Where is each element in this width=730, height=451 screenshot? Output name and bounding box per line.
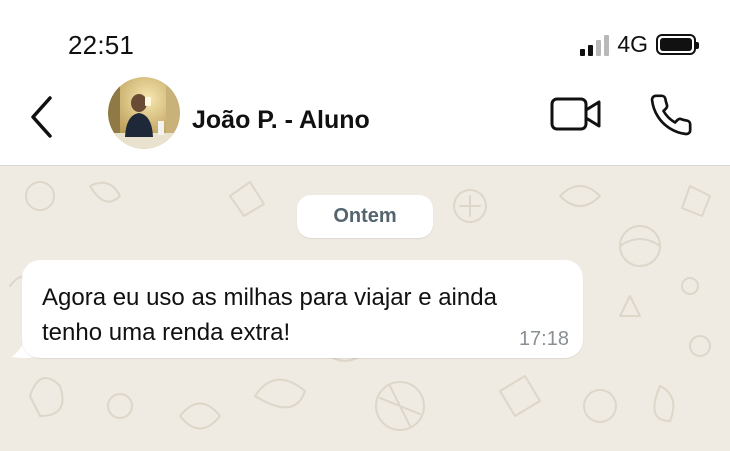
cellular-signal-icon — [580, 34, 610, 56]
network-type: 4G — [617, 31, 648, 57]
status-indicators: 4G — [580, 31, 699, 58]
chat-area[interactable]: Ontem Agora eu uso as milhas para viajar… — [0, 166, 730, 451]
video-call-button[interactable] — [549, 94, 603, 134]
chevron-left-icon — [31, 96, 52, 138]
phone-icon — [650, 94, 692, 136]
message-timestamp: 17:18 — [518, 328, 569, 350]
chat-header: João P. - Aluno — [0, 72, 730, 166]
message-text: Agora eu uso as milhas para viajar e ain… — [42, 284, 497, 346]
contact-name[interactable]: João P. - Aluno — [192, 106, 370, 135]
voice-call-button[interactable] — [648, 92, 694, 138]
message-bubble[interactable]: Agora eu uso as milhas para viajar e ain… — [22, 260, 583, 358]
battery-icon — [656, 34, 699, 55]
avatar[interactable] — [108, 77, 180, 149]
back-button[interactable] — [24, 92, 64, 142]
video-camera-icon — [550, 97, 601, 131]
status-bar: 22:51 4G — [0, 0, 730, 72]
date-separator: Ontem — [297, 195, 433, 238]
status-time: 22:51 — [68, 30, 135, 60]
